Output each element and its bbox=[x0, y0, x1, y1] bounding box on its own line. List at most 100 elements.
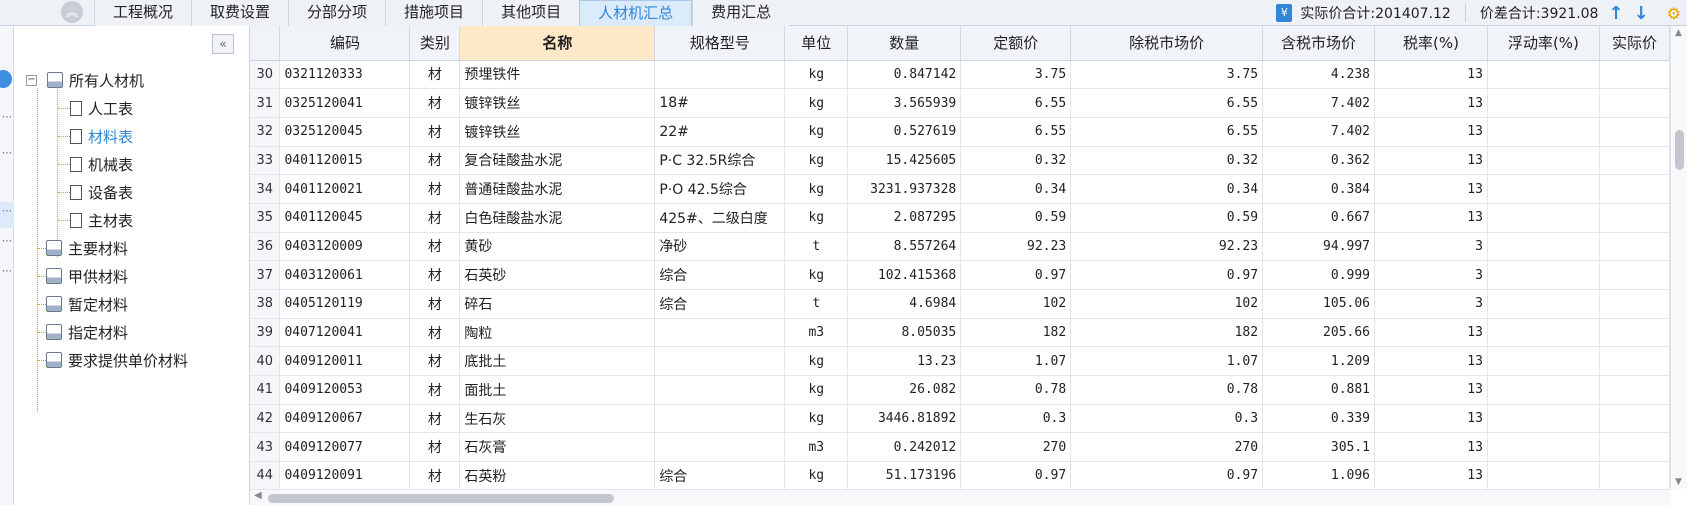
cell-unit[interactable]: kg bbox=[784, 117, 849, 147]
gear-icon[interactable]: ⚙ bbox=[1667, 4, 1681, 23]
cell-market_in[interactable]: 0.667 bbox=[1262, 203, 1376, 233]
cell-spec[interactable]: 综合 bbox=[654, 461, 786, 489]
more-icon[interactable]: ⋯ bbox=[2, 266, 12, 277]
cell-actual-price[interactable] bbox=[1599, 260, 1670, 290]
cell-spec[interactable] bbox=[654, 375, 786, 405]
tree-group-1[interactable]: 甲供材料 bbox=[46, 265, 128, 287]
cell-market_ex[interactable]: 270 bbox=[1070, 432, 1264, 463]
cell-unit[interactable]: kg bbox=[784, 174, 849, 204]
cell-qty[interactable]: 13.23 bbox=[847, 346, 962, 377]
cell-tax[interactable]: 13 bbox=[1374, 88, 1488, 118]
table-row[interactable]: 38 0405120119 材碎石 综合 t 4.6984 102 102 105.06 3 bbox=[250, 289, 1670, 319]
cell-actual-price[interactable] bbox=[1599, 318, 1670, 348]
table-row[interactable]: 34 0401120021 材普通硅酸盐水泥 P·O 42.5综合 kg 3231.937… bbox=[250, 174, 1670, 204]
cell-float[interactable] bbox=[1487, 117, 1600, 147]
cell-spec[interactable]: 22# bbox=[654, 117, 786, 147]
cell-unit[interactable]: t bbox=[784, 289, 849, 319]
cell-name[interactable]: 石英砂 bbox=[459, 260, 656, 290]
cell-tax[interactable]: 13 bbox=[1374, 174, 1488, 204]
cell-unit[interactable]: m3 bbox=[784, 318, 849, 348]
table-row[interactable]: 30 0321120333 材预埋铁件 kg 0.847142 3.75 3.75 4.238… bbox=[250, 60, 1670, 90]
more-icon[interactable]: ⋯ bbox=[2, 206, 12, 217]
tab-4[interactable]: 其他项目 bbox=[482, 0, 580, 26]
column-header-2[interactable]: 名称 bbox=[459, 26, 656, 61]
cell-quota[interactable]: 0.97 bbox=[960, 461, 1072, 489]
cell-name[interactable]: 石灰膏 bbox=[459, 432, 656, 463]
cell-qty[interactable]: 102.415368 bbox=[847, 260, 962, 290]
cell-quota[interactable]: 0.59 bbox=[960, 203, 1072, 233]
cell-unit[interactable]: kg bbox=[784, 461, 849, 489]
cell-tax[interactable]: 13 bbox=[1374, 432, 1488, 463]
tab-6[interactable]: 费用汇总 bbox=[692, 0, 790, 26]
cell-unit[interactable]: kg bbox=[784, 88, 849, 118]
cell-quota[interactable]: 6.55 bbox=[960, 117, 1072, 147]
cell-spec[interactable]: P·C 32.5R综合 bbox=[654, 146, 786, 176]
cell-qty[interactable]: 2.087295 bbox=[847, 203, 962, 233]
tree-group-3[interactable]: 指定材料 bbox=[46, 321, 128, 343]
table-row[interactable]: 36 0403120009 材黄砂 净砂 t 8.557264 92.23 92.23 94.9… bbox=[250, 232, 1670, 262]
table-row[interactable]: 37 0403120061 材石英砂 综合 kg 102.415368 0.97 0.97 0.… bbox=[250, 260, 1670, 290]
cell-name[interactable]: 黄砂 bbox=[459, 232, 656, 262]
table-row[interactable]: 32 0325120045 材镀锌铁丝 22# kg 0.527619 6.55 6.55 7.… bbox=[250, 117, 1670, 147]
cell-spec[interactable]: 综合 bbox=[654, 260, 786, 290]
cell-tax[interactable]: 13 bbox=[1374, 318, 1488, 348]
cell-type[interactable]: 材 bbox=[409, 260, 461, 290]
cell-name[interactable]: 白色硅酸盐水泥 bbox=[459, 203, 656, 233]
scroll-left-icon[interactable]: ◀ bbox=[254, 490, 262, 501]
cell-tax[interactable]: 13 bbox=[1374, 60, 1488, 90]
cell-spec[interactable]: 425#、二级白度 bbox=[654, 203, 786, 233]
cell-qty[interactable]: 15.425605 bbox=[847, 146, 962, 176]
horizontal-scroll-thumb[interactable] bbox=[268, 494, 614, 503]
cell-qty[interactable]: 3231.937328 bbox=[847, 174, 962, 204]
double-chevron-up-icon[interactable]: ︽ bbox=[61, 1, 83, 23]
cell-code[interactable]: 0409120011 bbox=[279, 346, 411, 377]
vertical-scroll-thumb[interactable] bbox=[1675, 130, 1684, 170]
cell-name[interactable]: 普通硅酸盐水泥 bbox=[459, 174, 656, 204]
cell-market_in[interactable]: 7.402 bbox=[1262, 117, 1376, 147]
tab-0[interactable]: 工程概况 bbox=[94, 0, 192, 26]
cell-market_in[interactable]: 0.384 bbox=[1262, 174, 1376, 204]
cell-tax[interactable]: 13 bbox=[1374, 117, 1488, 147]
vertical-scrollbar[interactable]: ▲ ▼ bbox=[1670, 26, 1687, 489]
cell-tax[interactable]: 3 bbox=[1374, 289, 1488, 319]
cell-float[interactable] bbox=[1487, 318, 1600, 348]
cell-market_ex[interactable]: 102 bbox=[1070, 289, 1264, 319]
cell-name[interactable]: 碎石 bbox=[459, 289, 656, 319]
cell-qty[interactable]: 8.557264 bbox=[847, 232, 962, 262]
cell-quota[interactable]: 3.75 bbox=[960, 60, 1072, 90]
cell-spec[interactable] bbox=[654, 404, 786, 434]
cell-float[interactable] bbox=[1487, 346, 1600, 377]
cell-type[interactable]: 材 bbox=[409, 203, 461, 233]
column-header-5[interactable]: 数量 bbox=[847, 26, 962, 61]
cell-actual-price[interactable] bbox=[1599, 404, 1670, 434]
cell-spec[interactable]: P·O 42.5综合 bbox=[654, 174, 786, 204]
cell-type[interactable]: 材 bbox=[409, 404, 461, 434]
cell-actual-price[interactable] bbox=[1599, 432, 1670, 463]
cell-quota[interactable]: 92.23 bbox=[960, 232, 1072, 262]
table-row[interactable]: 35 0401120045 材白色硅酸盐水泥 425#、二级白度 kg 2.087295 0… bbox=[250, 203, 1670, 233]
cell-type[interactable]: 材 bbox=[409, 146, 461, 176]
table-row[interactable]: 41 0409120053 材面批土 kg 26.082 0.78 0.78 0.881 13 bbox=[250, 375, 1670, 405]
cell-name[interactable]: 镀锌铁丝 bbox=[459, 88, 656, 118]
cell-market_ex[interactable]: 0.32 bbox=[1070, 146, 1264, 176]
cell-float[interactable] bbox=[1487, 146, 1600, 176]
nav-badge-icon[interactable] bbox=[0, 70, 12, 88]
cell-quota[interactable]: 0.78 bbox=[960, 375, 1072, 405]
scroll-down-icon[interactable]: ▼ bbox=[1675, 477, 1682, 487]
column-header-8[interactable]: 含税市场价 bbox=[1262, 26, 1376, 61]
more-icon[interactable]: ⋯ bbox=[2, 148, 12, 159]
cell-name[interactable]: 生石灰 bbox=[459, 404, 656, 434]
table-row[interactable]: 43 0409120077 材石灰膏 m3 0.242012 270 270 305.1 13 bbox=[250, 432, 1670, 463]
cell-unit[interactable]: kg bbox=[784, 404, 849, 434]
tab-3[interactable]: 措施项目 bbox=[385, 0, 483, 26]
cell-code[interactable]: 0409120053 bbox=[279, 375, 411, 405]
cell-market_ex[interactable]: 0.59 bbox=[1070, 203, 1264, 233]
cell-code[interactable]: 0407120041 bbox=[279, 318, 411, 348]
column-header-7[interactable]: 除税市场价 bbox=[1070, 26, 1264, 61]
cell-type[interactable]: 材 bbox=[409, 174, 461, 204]
cell-quota[interactable]: 182 bbox=[960, 318, 1072, 348]
table-row[interactable]: 40 0409120011 材底批土 kg 13.23 1.07 1.07 1.209 13 bbox=[250, 346, 1670, 377]
cell-type[interactable]: 材 bbox=[409, 88, 461, 118]
cell-spec[interactable]: 18# bbox=[654, 88, 786, 118]
cell-float[interactable] bbox=[1487, 289, 1600, 319]
